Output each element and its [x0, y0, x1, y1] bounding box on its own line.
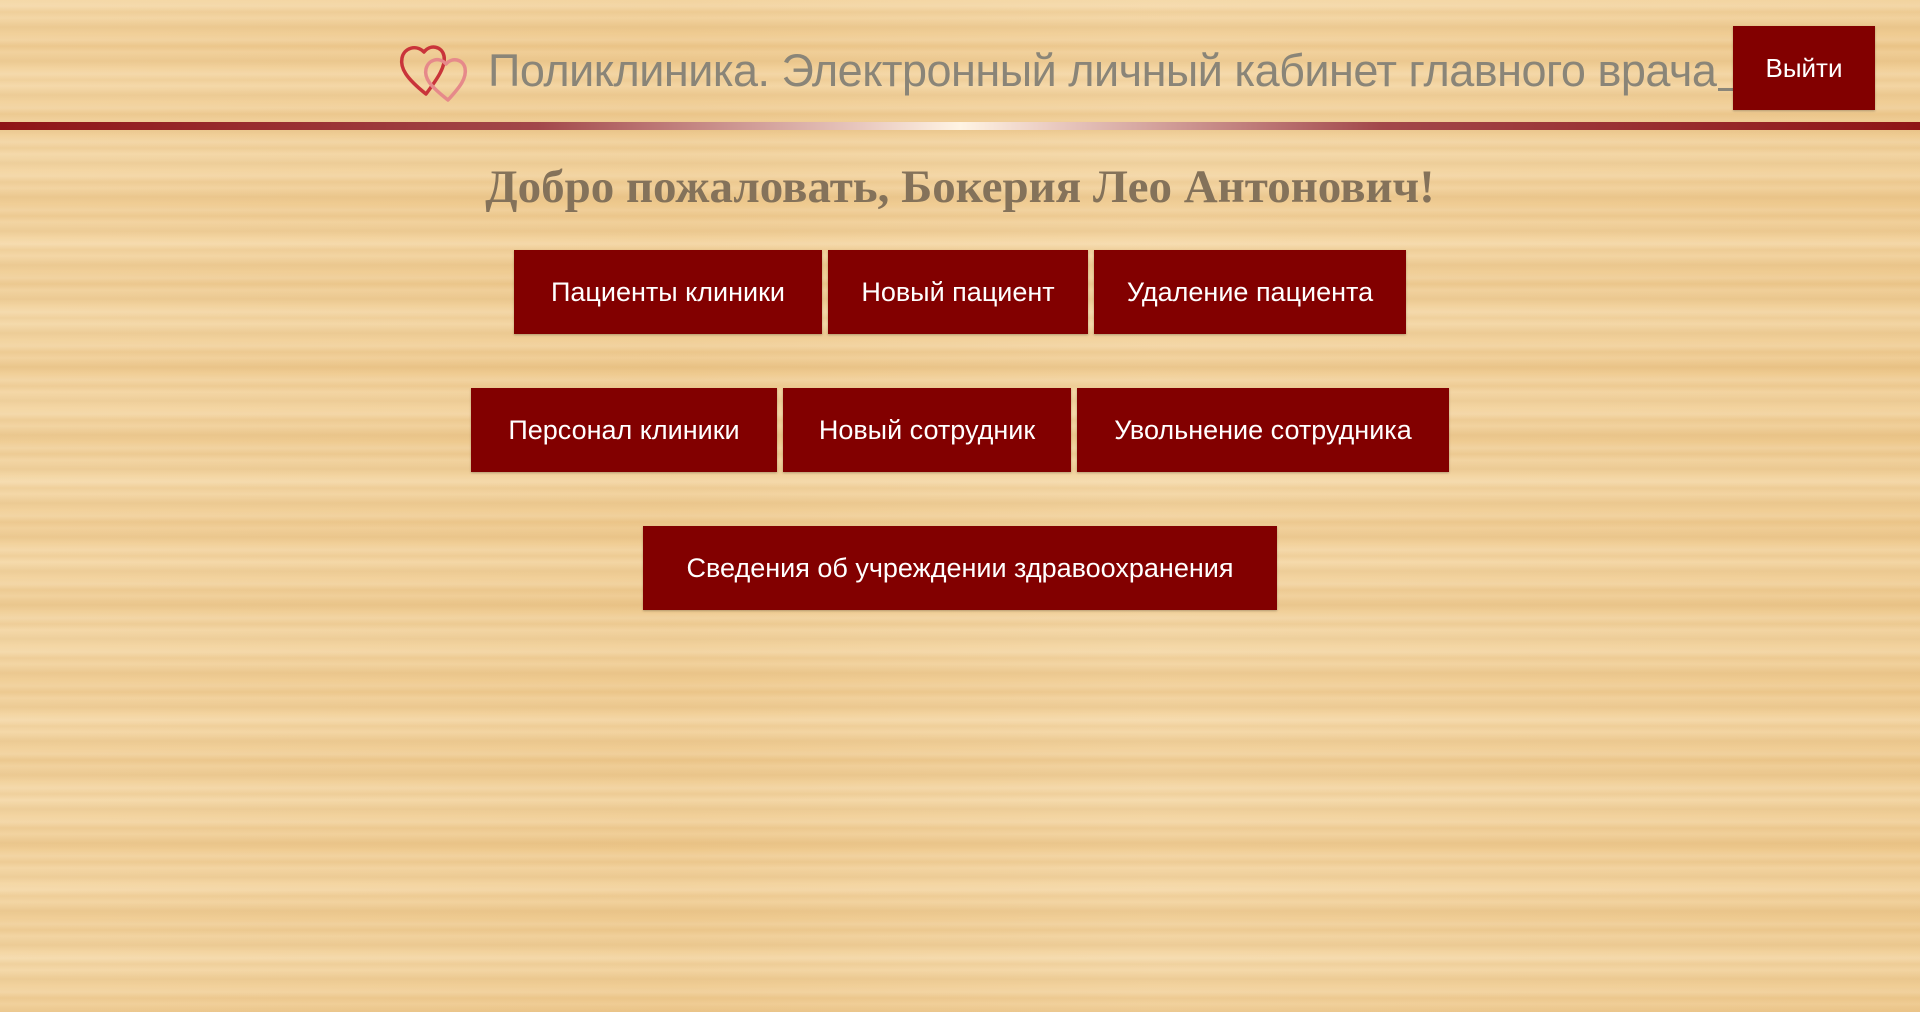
- institution-button-row: Сведения об учреждении здравоохранения: [0, 526, 1920, 610]
- new-patient-button[interactable]: Новый пациент: [828, 250, 1088, 334]
- delete-patient-button[interactable]: Удаление пациента: [1094, 250, 1406, 334]
- welcome-heading: Добро пожаловать, Бокерия Лео Антонович!: [485, 161, 1435, 213]
- app-title: Поликлиника. Электронный личный кабинет …: [488, 45, 1717, 96]
- clinic-patients-button[interactable]: Пациенты клиники: [514, 250, 822, 334]
- new-employee-button[interactable]: Новый сотрудник: [783, 388, 1071, 472]
- dismiss-employee-button[interactable]: Увольнение сотрудника: [1077, 388, 1449, 472]
- header-divider: [0, 122, 1920, 130]
- header: Поликлиника. Электронный личный кабинет …: [0, 0, 1920, 122]
- patients-button-row: Пациенты клиники Новый пациент Удаление …: [0, 250, 1920, 334]
- clinic-staff-button[interactable]: Персонал клиники: [471, 388, 777, 472]
- hearts-icon: [399, 45, 468, 102]
- institution-info-button[interactable]: Сведения об учреждении здравоохранения: [643, 526, 1277, 610]
- staff-button-row: Персонал клиники Новый сотрудник Увольне…: [0, 388, 1920, 472]
- brand: Поликлиника. Электронный личный кабинет …: [396, 38, 1767, 104]
- logout-button[interactable]: Выйти: [1733, 26, 1875, 110]
